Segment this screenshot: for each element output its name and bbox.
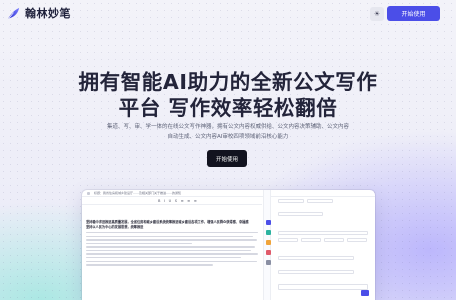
panel-tab bbox=[278, 199, 304, 203]
start-button[interactable]: 开始使用 bbox=[387, 6, 440, 21]
preview-format-toolbar: B I U S ≡ ≡ ≡ bbox=[82, 198, 262, 205]
preview-document-body: 坚持稳中求进推进高质量发展，全省住房和城乡建设系统统筹推进城乡建设各项工作，增强… bbox=[86, 220, 262, 268]
brand-name: 翰林妙笔 bbox=[25, 7, 71, 20]
rail-material-icon bbox=[265, 240, 271, 245]
document-icon bbox=[87, 192, 90, 195]
rail-more-icon bbox=[265, 260, 271, 265]
doc-paragraph-lines bbox=[86, 232, 262, 266]
panel-chip bbox=[301, 238, 321, 242]
preview-tool-rail bbox=[263, 190, 271, 300]
format-buttons: B I U S ≡ ≡ ≡ bbox=[158, 199, 198, 203]
rail-review-icon bbox=[265, 230, 271, 235]
rail-write-icon bbox=[265, 220, 271, 225]
panel-chip bbox=[324, 238, 344, 242]
hero-start-button[interactable]: 开始使用 bbox=[207, 150, 247, 167]
panel-input bbox=[278, 284, 368, 290]
brand-logo[interactable]: 翰林妙笔 bbox=[6, 5, 71, 21]
quill-pen-icon bbox=[7, 7, 20, 19]
hero-subtitle-line2: 自动生成、公文内容AI审校四项领域前沿核心能力 bbox=[167, 134, 289, 140]
hero-subtitle: 集道、写、审、学一体的在线公文写作神器，拥有公文内容权威供给、公文内容决策辅助、… bbox=[95, 122, 361, 142]
doc-heading-2: 坚持以人民为中心的发展思想，统筹推进 bbox=[86, 224, 144, 229]
panel-chip bbox=[347, 238, 367, 242]
panel-tab bbox=[307, 199, 333, 203]
sun-icon: ☀ bbox=[373, 10, 381, 18]
preview-assistant-panel bbox=[272, 190, 375, 300]
panel-field bbox=[278, 212, 323, 216]
preview-window-title: 标题：我省住房和城乡建设厅……及相关部门关于推进……的通知 bbox=[94, 191, 182, 195]
top-navbar: 翰林妙笔 ☀ 开始使用 bbox=[0, 0, 456, 30]
panel-send-icon bbox=[361, 290, 369, 296]
panel-chip bbox=[278, 238, 298, 242]
rail-check-icon bbox=[265, 250, 271, 255]
hero-title-line2: 平台 写作效率轻松翻倍 bbox=[118, 96, 338, 120]
doc-heading-1: 坚持稳中求进推进高质量发展，全省住房和城乡建设系统统筹推进城乡建设各项工作，增强… bbox=[86, 220, 249, 224]
app-preview-screenshot: 标题：我省住房和城乡建设厅……及相关部门关于推进……的通知 B I U S ≡ … bbox=[82, 190, 375, 300]
hero-subtitle-line1: 集道、写、审、学一体的在线公文写作神器，拥有公文内容权威供给、公文内容决策辅助、… bbox=[106, 124, 349, 130]
panel-select bbox=[278, 256, 354, 260]
theme-toggle-button[interactable]: ☀ bbox=[370, 7, 384, 21]
panel-option-row bbox=[278, 231, 368, 235]
panel-select bbox=[278, 270, 354, 274]
